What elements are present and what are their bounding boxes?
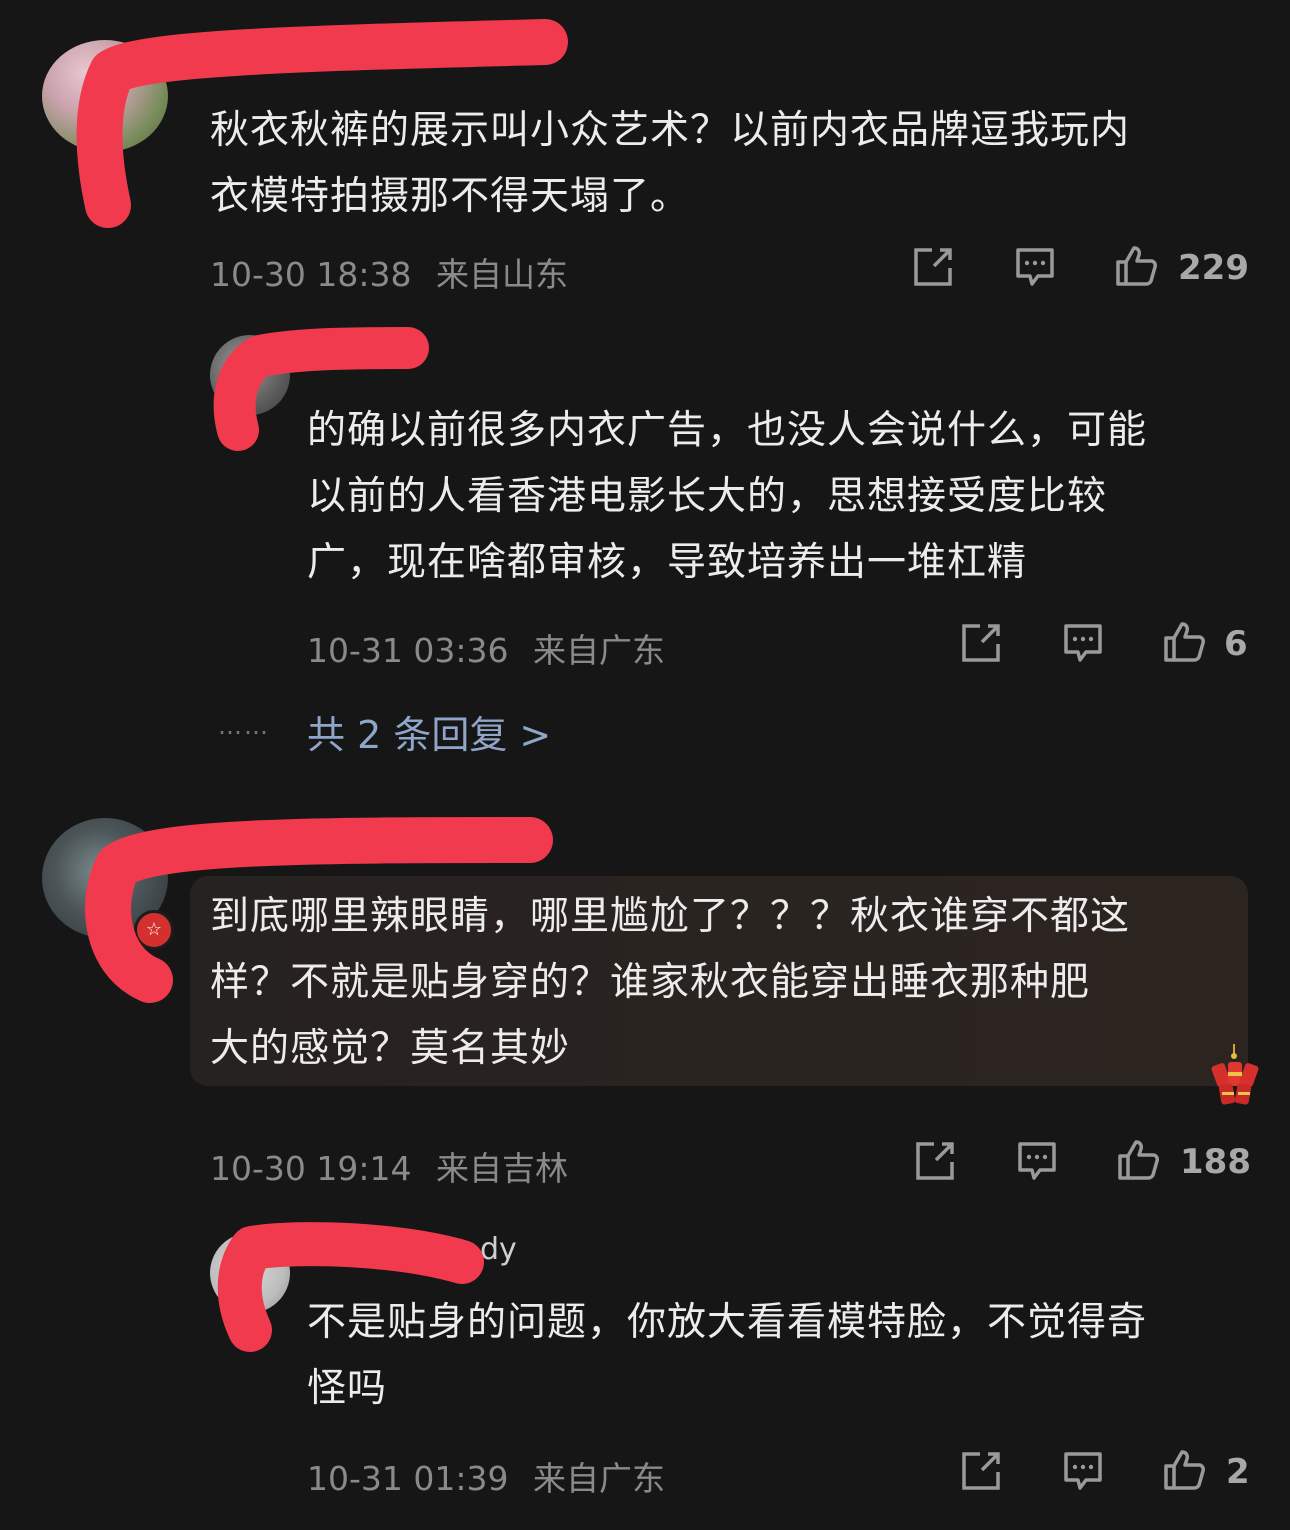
comment-line: 大的感觉？莫名其妙: [210, 1026, 571, 1071]
timestamp: 10-30 18:38: [210, 255, 412, 294]
location: 来自广东: [532, 631, 665, 670]
reply-line: 的确以前很多内衣广告，也没人会说什么，可能: [307, 408, 1148, 453]
timestamp: 10-31 01:39: [307, 1459, 509, 1498]
like-count: 2: [1226, 1452, 1250, 1492]
comment-icon[interactable]: [1014, 246, 1056, 288]
timestamp: 10-30 19:14: [210, 1149, 412, 1188]
comment-line: 秋衣秋裤的展示叫小众艺术？以前内衣品牌逗我玩内: [210, 108, 1131, 153]
like-count: 229: [1178, 248, 1249, 288]
reply-line: 怪吗: [307, 1366, 388, 1411]
comment-icon[interactable]: [1016, 1140, 1058, 1182]
comment-line: 衣模特拍摄那不得天塌了。: [210, 174, 691, 219]
timestamp: 10-31 03:36: [307, 631, 509, 670]
comment-line: 到底哪里辣眼睛，哪里尴尬了？？？秋衣谁穿不都这: [210, 894, 1131, 939]
comment-meta: 10-30 18:38 来自山东: [210, 248, 568, 296]
reply-line: 以前的人看香港电影长大的，思想接受度比较: [307, 474, 1108, 519]
comment-meta: 10-30 19:14 来自吉林: [210, 1142, 568, 1190]
reply-body[interactable]: 的确以前很多内衣广告，也没人会说什么，可能 以前的人看香港电影长大的，思想接受度…: [307, 398, 1147, 596]
location: 来自广东: [532, 1459, 665, 1498]
reply-meta: 10-31 01:39 来自广东: [307, 1452, 665, 1500]
more-replies-ellipsis: ……: [218, 712, 270, 740]
share-icon[interactable]: [960, 622, 1004, 664]
reply-body[interactable]: 不是贴身的问题，你放大看看模特脸，不觉得奇 怪吗: [307, 1290, 1147, 1422]
location: 来自山东: [435, 255, 568, 294]
firecracker-icon: [1211, 1044, 1259, 1105]
thumbs-up-icon[interactable]: [1162, 620, 1206, 664]
reply-line: 不是贴身的问题，你放大看看模特脸，不觉得奇: [307, 1300, 1148, 1345]
view-more-replies-link[interactable]: 共 2 条回复 >: [307, 704, 551, 759]
comment-line: 样？不就是贴身穿的？谁家秋衣能穿出睡衣那种肥: [210, 960, 1091, 1005]
reply-meta: 10-31 03:36 来自广东: [307, 624, 665, 672]
avatar[interactable]: [210, 335, 290, 415]
like-count: 188: [1180, 1142, 1251, 1182]
thumbs-up-icon[interactable]: [1114, 244, 1158, 288]
avatar[interactable]: [210, 1233, 290, 1313]
like-count: 6: [1224, 624, 1248, 664]
comment-icon[interactable]: [1062, 1450, 1104, 1492]
location: 来自吉林: [435, 1149, 568, 1188]
username[interactable]: dy: [480, 1232, 517, 1267]
share-icon[interactable]: [912, 246, 956, 288]
comment-body[interactable]: 秋衣秋裤的展示叫小众艺术？以前内衣品牌逗我玩内 衣模特拍摄那不得天塌了。: [210, 98, 1130, 230]
comment-body[interactable]: 到底哪里辣眼睛，哪里尴尬了？？？秋衣谁穿不都这 样？不就是贴身穿的？谁家秋衣能穿…: [210, 884, 1130, 1082]
share-icon[interactable]: [960, 1450, 1004, 1492]
star-badge-icon: ☆: [134, 910, 174, 950]
share-icon[interactable]: [914, 1140, 958, 1182]
thumbs-up-icon[interactable]: [1116, 1138, 1160, 1182]
avatar[interactable]: [42, 40, 168, 152]
thumbs-up-icon[interactable]: [1162, 1448, 1206, 1492]
reply-line: 广，现在啥都审核，导致培养出一堆杠精: [307, 540, 1028, 585]
comment-icon[interactable]: [1062, 622, 1104, 664]
